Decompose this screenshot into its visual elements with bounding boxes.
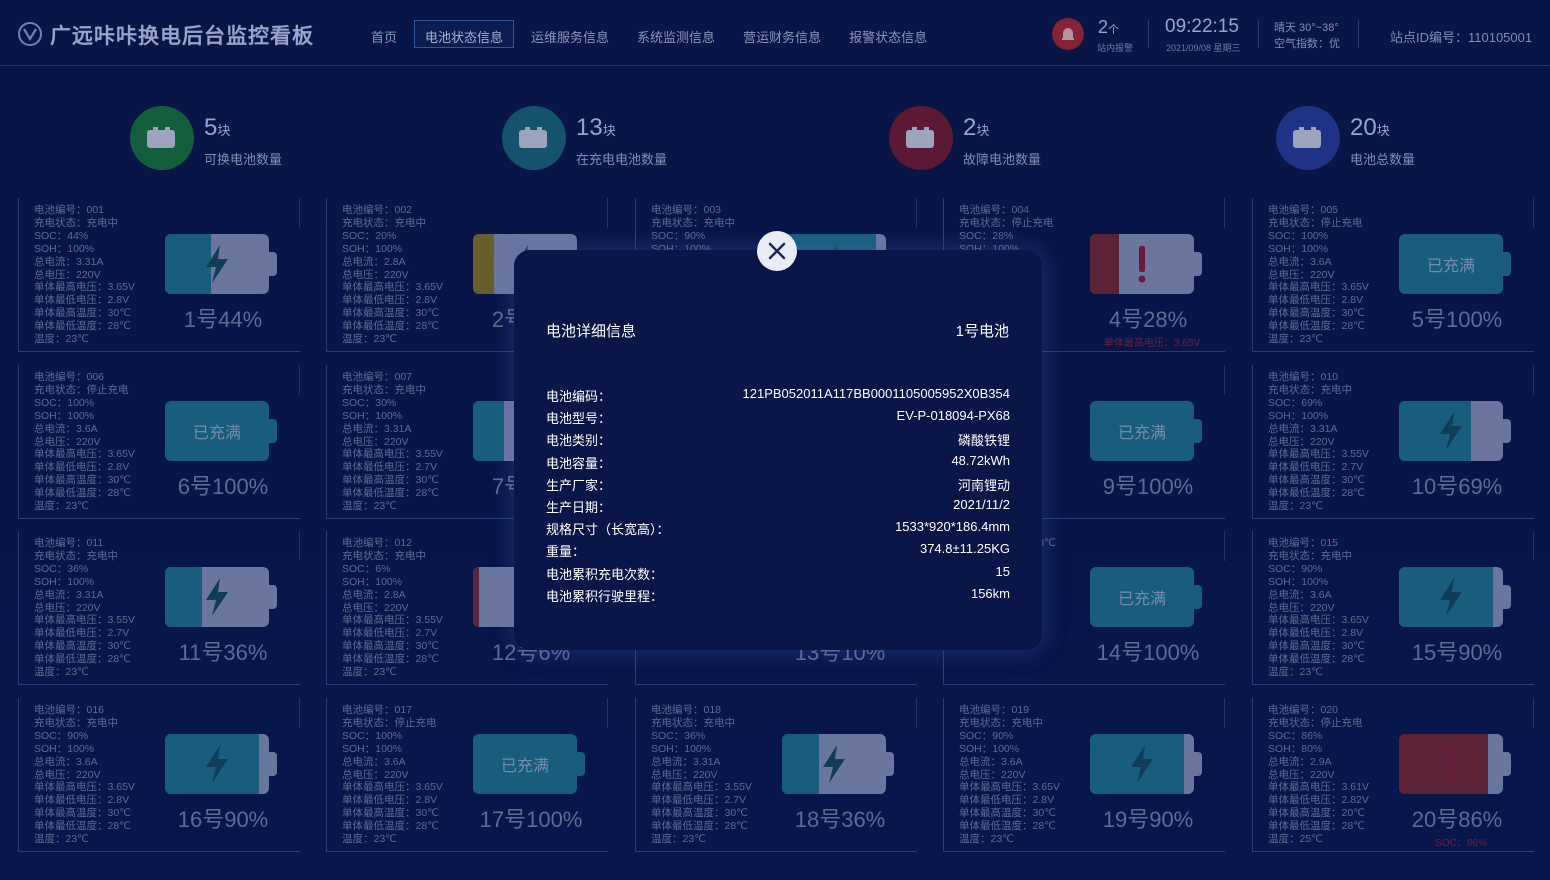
detail-value: 121PB052011A117BB0001105005952X0B354 [742, 386, 1010, 401]
detail-row: 生产厂家： 河南锂动 [546, 475, 1010, 495]
battery-detail-modal: 电池详细信息 1号电池 电池编码： 121PB052011A117BB000110… [514, 250, 1042, 650]
detail-row: 电池累积充电次数： 15 [546, 564, 1010, 584]
detail-value: EV-P-018094-PX68 [896, 408, 1010, 424]
dashboard-root: 广远咔咔换电后台监控看板 首页 电池状态信息 运维服务信息 系统监测信息 营运财务信息报… [0, 0, 1550, 880]
detail-value: 156km [970, 585, 1010, 601]
detail-value: 磷酸铁锂 [957, 433, 1010, 449]
detail-row: 重量： 374.8±11.25KG [546, 541, 1010, 561]
detail-row: 电池型号： EV-P-018094-PX68 [546, 408, 1010, 428]
detail-value: 1533*920*186.4mm [895, 519, 1010, 535]
detail-key: 电池编码： [546, 389, 612, 404]
detail-key: 电池类别： [546, 433, 612, 449]
modal-close-button[interactable] [757, 231, 797, 271]
detail-row: 生产日期： 2021/11/2 [546, 497, 1010, 517]
detail-value: 48.72kWh [951, 452, 1010, 468]
close-icon [768, 242, 786, 260]
detail-key: 生产厂家： [546, 477, 612, 493]
detail-key: 规格尺寸（长宽高）： [546, 522, 670, 538]
detail-row: 电池累积行驶里程： 156km [546, 586, 1010, 606]
detail-row: 电池类别： 磷酸铁锂 [546, 430, 1010, 450]
detail-key: 电池容量： [546, 455, 612, 471]
detail-value: 15 [995, 563, 1010, 579]
detail-row: 规格尺寸（长宽高）： 1533*920*186.4mm [546, 519, 1010, 539]
detail-row: 电池编码： 121PB052011A117BB0001105005952X0B35… [546, 386, 1010, 406]
detail-key: 电池累积充电次数： [546, 566, 664, 582]
detail-key: 电池型号： [546, 411, 612, 427]
detail-row: 电池容量： 48.72kWh [546, 453, 1010, 473]
modal-battery-name: 1号电池 [955, 323, 1009, 340]
detail-value: 2021/11/2 [953, 497, 1010, 512]
detail-key: 重量： [546, 544, 586, 560]
detail-key: 生产日期： [546, 500, 612, 515]
detail-value: 河南锂动 [957, 477, 1010, 493]
modal-title: 电池详细信息 [546, 323, 637, 340]
detail-key: 电池累积行驶里程： [546, 588, 664, 604]
detail-value: 374.8±11.25KG [919, 541, 1010, 557]
